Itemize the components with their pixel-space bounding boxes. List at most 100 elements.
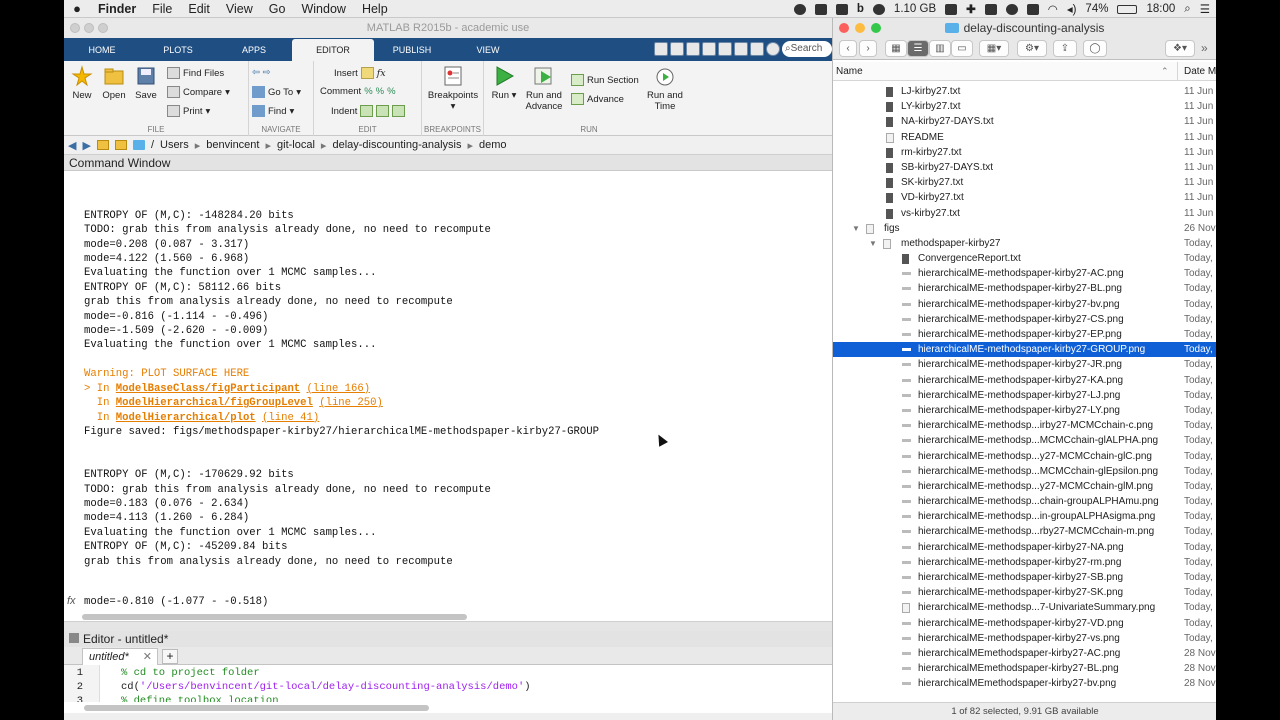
timer-icon[interactable] [1026,3,1039,15]
back-arrow-icon[interactable]: ◀ [68,139,76,152]
icon-view-button[interactable]: ▦ [885,40,907,57]
breadcrumb-segment[interactable]: git-local [277,139,315,152]
stack-function-link[interactable]: ModelBaseClass/figParticipant [116,383,300,395]
list-view-button[interactable]: ☰ [907,40,929,57]
file-row[interactable]: hierarchicalME-methodsp...rby27-MCMCchai… [833,524,1216,539]
dropbox-icon[interactable] [835,3,848,15]
tab-view[interactable]: VIEW [450,39,526,61]
find-button[interactable]: Find ▾ [252,105,294,117]
file-row[interactable]: hierarchicalMEmethodspaper-kirby27-AC.pn… [833,646,1216,661]
minimize-window-button[interactable] [84,23,94,33]
disclosure-triangle-icon[interactable]: ▼ [852,221,860,236]
file-row[interactable]: README 11 Jun [833,130,1216,145]
toolbar-overflow-icon[interactable]: » [1201,41,1208,55]
file-row[interactable]: hierarchicalME-methodspaper-kirby27-SK.p… [833,585,1216,600]
copy-quick-icon[interactable] [686,42,700,56]
file-row[interactable]: hierarchicalME-methodsp...chain-groupALP… [833,494,1216,509]
file-row[interactable]: VD-kirby27.txt 11 Jun [833,190,1216,205]
file-row[interactable]: hierarchicalME-methodspaper-kirby27-bv.p… [833,297,1216,312]
file-row[interactable]: hierarchicalME-methodspaper-kirby27-AC.p… [833,266,1216,281]
file-row[interactable]: hierarchicalME-methodsp...MCMCchain-glEp… [833,464,1216,479]
file-row[interactable]: hierarchicalME-methodspaper-kirby27-JR.p… [833,357,1216,372]
file-row[interactable]: hierarchicalMEmethodspaper-kirby27-bv.pn… [833,676,1216,691]
file-row[interactable]: hierarchicalME-methodspaper-kirby27-NA.p… [833,540,1216,555]
volume-icon[interactable]: ◂) [1067,2,1077,16]
run-and-time-button[interactable]: Run and Time [644,65,686,112]
file-row[interactable]: hierarchicalME-methodsp...irby27-MCMCcha… [833,418,1216,433]
forward-button[interactable]: › [859,40,877,57]
editor-body[interactable]: 1 2 3 % cd to project folder cd('/Users/ben… [64,665,832,702]
file-row[interactable]: hierarchicalME-methodsp...in-groupALPHAs… [833,509,1216,524]
app-icon[interactable] [984,3,997,15]
share-button[interactable]: ⇪ [1053,40,1077,57]
menu-edit[interactable]: Edit [180,2,218,16]
code-line[interactable]: % define toolbox location [121,694,531,702]
finder-zoom-button[interactable] [871,23,881,33]
menu-window[interactable]: Window [293,2,353,16]
file-row[interactable]: hierarchicalME-methodspaper-kirby27-BL.p… [833,281,1216,296]
finder-close-button[interactable] [839,23,849,33]
file-row[interactable]: hierarchicalME-methodsp...y27-MCMCchain-… [833,449,1216,464]
command-prompt-line[interactable]: mode=-0.810 (-1.077 - -0.518) [84,596,268,608]
file-row[interactable]: SK-kirby27.txt 11 Jun [833,175,1216,190]
goto-button[interactable]: Go To ▾ [252,86,301,98]
file-row[interactable]: hierarchicalME-methodspaper-kirby27-SB.p… [833,570,1216,585]
save-button[interactable]: Save [126,65,166,101]
stack-line-link[interactable]: (line 166) [307,383,371,395]
disclosure-triangle-icon[interactable]: ▼ [869,236,877,251]
find-files-button[interactable]: Find Files [167,67,224,79]
run-and-advance-button[interactable]: Run and Advance [524,65,564,112]
file-row[interactable]: LY-kirby27.txt 11 Jun [833,99,1216,114]
file-row[interactable]: hierarchicalME-methodspaper-kirby27-LY.p… [833,403,1216,418]
plus-icon[interactable]: ✚ [966,2,976,16]
breadcrumb-segment[interactable]: demo [479,139,507,152]
tab-editor[interactable]: EDITOR [292,39,374,61]
file-row[interactable]: SB-kirby27-DAYS.txt 11 Jun [833,160,1216,175]
tags-button[interactable]: ◯ [1083,40,1107,57]
file-row[interactable]: hierarchicalME-methodsp...7-UnivariateSu… [833,600,1216,615]
folder-row[interactable]: ▼ methodspaper-kirby27 Today, [833,236,1216,251]
compare-button[interactable]: Compare ▾ [167,86,230,98]
breadcrumb-segment[interactable]: / [151,139,154,152]
stack-function-link[interactable]: ModelHierarchical/plot [116,412,256,424]
editor-scrollbar[interactable] [84,705,429,711]
file-row[interactable]: vs-kirby27.txt 11 Jun [833,206,1216,221]
sync-icon[interactable] [1005,3,1018,15]
file-row[interactable]: hierarchicalME-methodspaper-kirby27-GROU… [833,342,1216,358]
help-icon[interactable] [766,42,780,56]
file-row[interactable]: hierarchicalME-methodspaper-kirby27-CS.p… [833,312,1216,327]
file-row[interactable]: hierarchicalME-methodspaper-kirby27-rm.p… [833,555,1216,570]
comment-button[interactable]: Comment % % % [320,86,396,97]
redo-quick-icon[interactable] [734,42,748,56]
up-folder-icon[interactable] [96,140,109,150]
run-section-button[interactable]: Run Section [571,74,639,86]
file-row[interactable]: hierarchicalME-methodspaper-kirby27-VD.p… [833,616,1216,631]
editor-tab-untitled[interactable]: untitled* ✕ [82,648,158,665]
file-row[interactable]: ConvergenceReport.txt Today, [833,251,1216,266]
command-window[interactable]: ENTROPY OF (M,C): -148284.20 bits TODO: g… [64,190,832,602]
date-column-header[interactable]: Date Mo [1177,62,1216,81]
menu-view[interactable]: View [218,2,261,16]
run-button[interactable]: Run ▾ [484,65,524,101]
breadcrumb-segment[interactable]: delay-discounting-analysis [332,139,461,152]
paste-quick-icon[interactable] [702,42,716,56]
file-row[interactable]: hierarchicalME-methodsp...MCMCchain-glAL… [833,433,1216,448]
back-forward-nav[interactable]: ⇦ ⇨ [252,67,271,78]
back-button[interactable]: ‹ [839,40,857,57]
action-gear-button[interactable]: ⚙▾ [1017,40,1047,57]
tab-publish[interactable]: PUBLISH [374,39,450,61]
coverflow-view-button[interactable]: ▭ [951,40,973,57]
notification-center-icon[interactable]: ☰ [1200,2,1210,16]
tab-apps[interactable]: APPS [216,39,292,61]
name-column-header[interactable]: Name [836,62,863,81]
editor-code[interactable]: % cd to project folder cd('/Users/benvinc… [121,666,531,702]
code-line[interactable]: cd('/Users/benvincent/git-local/delay-di… [121,680,531,694]
print-button[interactable]: Print ▾ [167,105,210,117]
file-row[interactable]: hierarchicalMEmethodspaper-kirby27-BL.pn… [833,661,1216,676]
file-row[interactable]: hierarchicalME-methodspaper-kirby27-vs.p… [833,631,1216,646]
insert-button[interactable]: Insert fx [334,67,386,79]
panel-splitter[interactable] [64,621,832,631]
arrange-button[interactable]: ▦▾ [979,40,1009,57]
stack-function-link[interactable]: ModelHierarchical/figGroupLevel [116,397,313,409]
command-window-scrollbar[interactable] [82,614,467,620]
